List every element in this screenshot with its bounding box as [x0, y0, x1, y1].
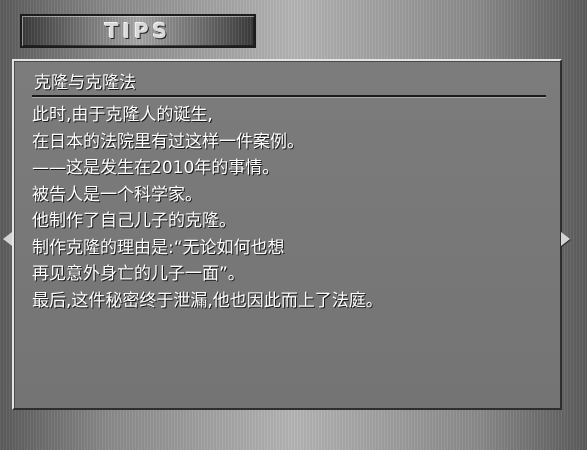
- tips-title: TIPS: [104, 19, 172, 43]
- next-page-arrow-icon[interactable]: [561, 232, 570, 246]
- tip-body: 此时,由于克隆人的诞生, 在日本的法院里有过这样一件案例。 ——这是发生在201…: [32, 102, 546, 314]
- topic-title: 克隆与克隆法: [32, 73, 546, 97]
- body-line: ——这是发生在2010年的事情。: [32, 158, 280, 178]
- prev-page-arrow-icon[interactable]: [3, 232, 12, 246]
- body-line: 制作克隆的理由是:“无论如何也想: [32, 237, 285, 258]
- tip-content: 克隆与克隆法 此时,由于克隆人的诞生, 在日本的法院里有过这样一件案例。 ——这…: [32, 73, 546, 314]
- tip-panel: 克隆与克隆法 此时,由于克隆人的诞生, 在日本的法院里有过这样一件案例。 ——这…: [12, 59, 562, 410]
- body-line: 在日本的法院里有过这样一件案例。: [32, 131, 304, 152]
- body-line: 此时,由于克隆人的诞生,: [32, 105, 213, 125]
- body-line: 他制作了自己儿子的克隆。: [32, 211, 236, 231]
- body-line: 最后,这件秘密终于泄漏,他也因此而上了法庭。: [32, 290, 383, 311]
- body-line: 被告人是一个科学家。: [32, 184, 202, 205]
- body-line: 再见意外身亡的儿子一面”。: [32, 264, 245, 284]
- tips-header: TIPS: [20, 14, 256, 48]
